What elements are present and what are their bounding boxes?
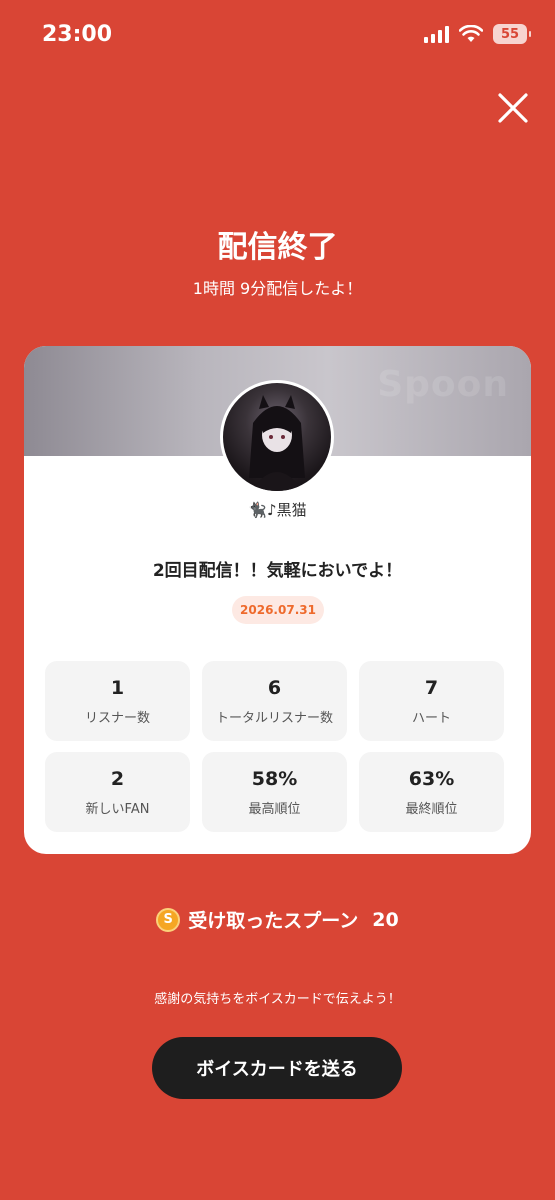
- stat-value: 7: [424, 676, 439, 699]
- status-bar: 23:00 55: [0, 0, 555, 70]
- date-badge: 2026.07.31: [232, 596, 324, 624]
- spoon-watermark: Spoon: [377, 364, 509, 405]
- avatar-illustration: [249, 395, 305, 491]
- status-icons: 55: [424, 24, 531, 44]
- close-icon[interactable]: [497, 92, 529, 124]
- thanks-message: 感謝の気持ちをボイスカードで伝えよう！: [154, 992, 401, 1007]
- wifi-icon: [459, 25, 483, 42]
- signal-icon: [424, 25, 449, 43]
- spoon-count: 20: [372, 908, 399, 931]
- send-voice-card-button[interactable]: ボイスカードを送る: [152, 1037, 402, 1099]
- stat-highest-rank: 58% 最高順位: [202, 752, 347, 832]
- stat-label: リスナー数: [84, 710, 150, 726]
- broadcast-title: 2回目配信！！気軽においでよ！: [152, 561, 403, 581]
- stat-new-fans: 2 新しいFAN: [45, 752, 190, 832]
- battery-icon: 55: [493, 24, 531, 44]
- broadcast-summary-card: Spoon 🐈‍⬛♪黒猫 2回目配信！！気軽においでよ！ 2026.07.31 …: [24, 346, 531, 854]
- stat-label: 新しいFAN: [85, 801, 150, 817]
- stat-value: 1: [110, 676, 125, 699]
- stat-value: 63%: [408, 767, 455, 790]
- stat-hearts: 7 ハート: [359, 661, 504, 741]
- broadcast-duration: 1時間 9分配信したよ！: [192, 279, 363, 298]
- stat-label: ハート: [411, 710, 451, 726]
- stat-label: 最高順位: [248, 801, 301, 817]
- stats-grid: 1 リスナー数 6 トータルリスナー数 7 ハート 2 新しいFAN 58% 最…: [45, 661, 511, 832]
- stat-total-listeners: 6 トータルリスナー数: [202, 661, 347, 741]
- stat-final-rank: 63% 最終順位: [359, 752, 504, 832]
- username: 🐈‍⬛♪黒猫: [248, 501, 307, 519]
- stat-value: 58%: [251, 767, 298, 790]
- spoon-coin-icon: S: [156, 907, 181, 932]
- stat-value: 2: [110, 767, 125, 790]
- status-time: 23:00: [42, 22, 113, 47]
- avatar[interactable]: [220, 380, 334, 494]
- received-spoons: S 受け取ったスプーン 20: [0, 906, 555, 933]
- stat-label: トータルリスナー数: [215, 710, 333, 726]
- stat-listeners: 1 リスナー数: [45, 661, 190, 741]
- stat-value: 6: [267, 676, 282, 699]
- spoon-label: 受け取ったスプーン: [188, 910, 359, 932]
- stat-label: 最終順位: [405, 801, 458, 817]
- page-title: 配信終了: [217, 230, 338, 265]
